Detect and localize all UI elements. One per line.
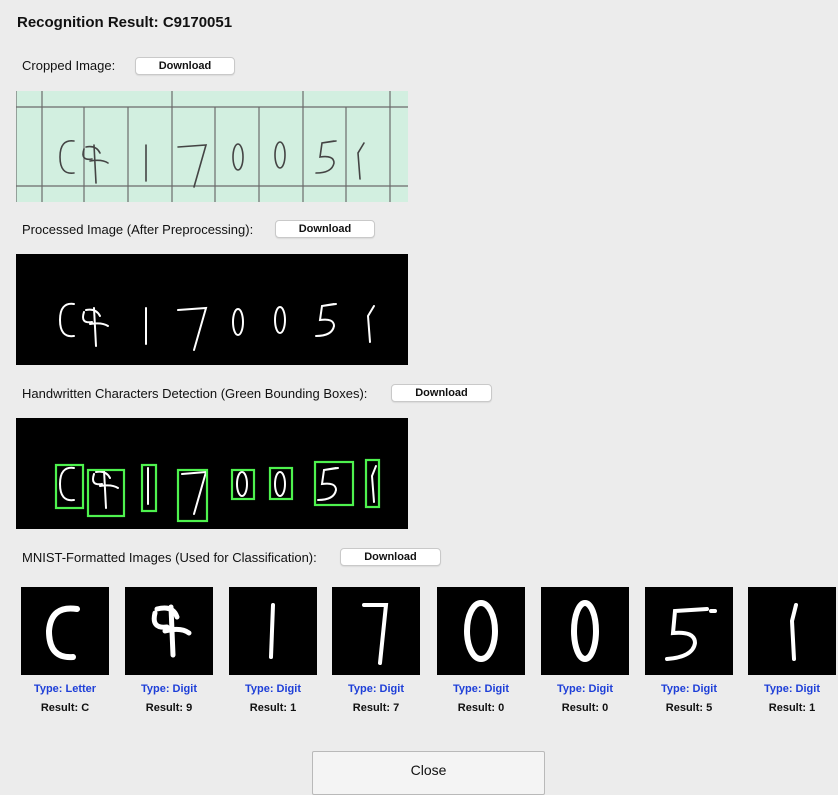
mnist-thumbnail-6 [541, 587, 629, 675]
char-4-type: Type: Digit [347, 683, 404, 695]
processed-image [16, 254, 408, 365]
mnist-thumbnail-2 [125, 587, 213, 675]
mnist-thumbnail-5 [437, 587, 525, 675]
char-3-type: Type: Digit [244, 683, 301, 695]
char-6-type: Type: Digit [556, 683, 613, 695]
char-6-result: Result: 0 [561, 702, 609, 714]
char-8-result: Result: 1 [768, 702, 816, 714]
mnist-thumbnail-7 [645, 587, 733, 675]
char-1-result: Result: C [40, 702, 90, 714]
detection-image [16, 418, 408, 529]
char-2-type: Type: Digit [140, 683, 197, 695]
char-5-result: Result: 0 [457, 702, 505, 714]
cropped-download-button[interactable]: Download [135, 57, 235, 75]
mnist-images-label: MNIST-Formatted Images (Used for Classif… [22, 550, 317, 565]
detection-download-button[interactable]: Download [391, 384, 492, 402]
processed-download-button[interactable]: Download [275, 220, 375, 238]
char-7-type: Type: Digit [660, 683, 717, 695]
char-4-result: Result: 7 [352, 702, 400, 714]
char-1-type: Type: Letter [33, 683, 97, 695]
char-5-type: Type: Digit [452, 683, 509, 695]
char-2-result: Result: 9 [145, 702, 193, 714]
cropped-image [16, 91, 408, 202]
mnist-thumbnail-1 [21, 587, 109, 675]
char-3-result: Result: 1 [249, 702, 297, 714]
char-8-type: Type: Digit [763, 683, 820, 695]
mnist-download-button[interactable]: Download [340, 548, 441, 566]
close-button[interactable]: Close [312, 751, 545, 795]
page-title: Recognition Result: C9170051 [17, 14, 233, 31]
mnist-thumbnail-3 [229, 587, 317, 675]
mnist-thumbnail-4 [332, 587, 420, 675]
mnist-thumbnail-8 [748, 587, 836, 675]
processed-image-label: Processed Image (After Preprocessing): [22, 222, 254, 237]
char-7-result: Result: 5 [665, 702, 713, 714]
detection-image-label: Handwritten Characters Detection (Green … [22, 386, 368, 401]
cropped-image-label: Cropped Image: [22, 58, 116, 73]
